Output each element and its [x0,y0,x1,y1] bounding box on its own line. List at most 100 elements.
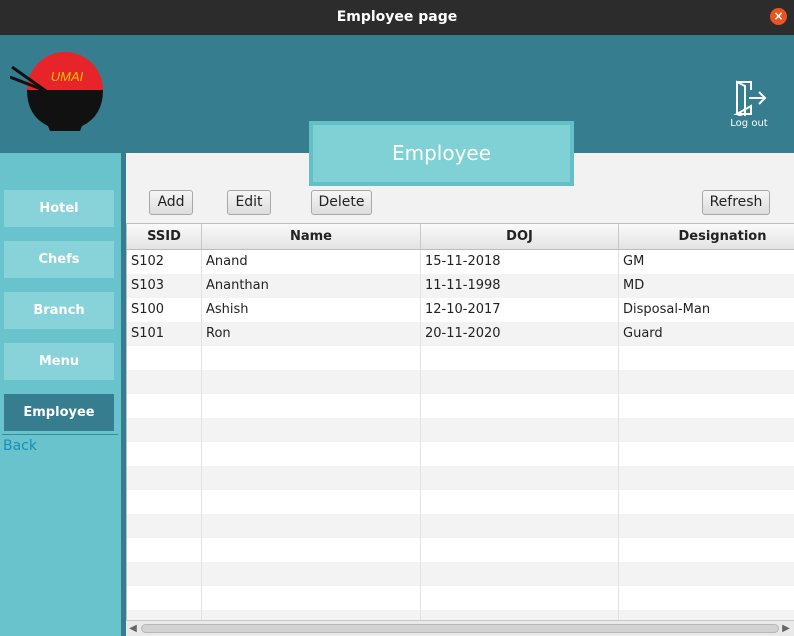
table-row[interactable]: S100 Ashish 12-10-2017 Disposal-Man [127,298,794,322]
empty-table-row [127,442,794,466]
empty-cell [127,466,202,490]
table-row[interactable]: S101 Ron 20-11-2020 Guard [127,322,794,346]
empty-cell [421,370,619,394]
scrollbar-thumb[interactable] [141,624,779,633]
cell-designation: MD [619,274,794,298]
sidebar-item-chefs[interactable]: Chefs [4,241,114,278]
column-header-name[interactable]: Name [202,224,421,249]
empty-cell [127,514,202,538]
table-header: SSID Name DOJ Designation [127,224,794,250]
empty-cell [202,562,421,586]
edit-button[interactable]: Edit [227,190,271,215]
cell-ssid: S101 [127,322,202,346]
empty-cell [202,346,421,370]
sidebar-separator [2,434,118,435]
cell-name: Ashish [202,298,421,322]
sidebar-item-employee[interactable]: Employee [4,394,114,431]
scroll-left-icon[interactable]: ◀ [127,622,139,635]
column-header-designation[interactable]: Designation [619,224,794,249]
empty-cell [619,490,794,514]
empty-cell [202,586,421,610]
empty-table-row [127,514,794,538]
empty-cell [127,418,202,442]
empty-table-row [127,586,794,610]
cell-ssid: S100 [127,298,202,322]
empty-cell [202,514,421,538]
empty-cell [202,418,421,442]
empty-table-row [127,490,794,514]
empty-cell [421,586,619,610]
page-title: Employee [309,121,574,186]
empty-cell [619,586,794,610]
sidebar-item-hotel[interactable]: Hotel [4,190,114,227]
empty-cell [619,562,794,586]
empty-cell [421,418,619,442]
empty-table-row [127,562,794,586]
empty-cell [619,466,794,490]
empty-cell [421,394,619,418]
scroll-right-icon[interactable]: ▶ [780,622,792,635]
empty-cell [202,466,421,490]
empty-cell [619,418,794,442]
empty-cell [127,562,202,586]
empty-table-row [127,538,794,562]
empty-cell [127,346,202,370]
empty-table-row [127,346,794,370]
empty-cell [619,394,794,418]
cell-doj: 20-11-2020 [421,322,619,346]
close-window-button[interactable]: × [770,8,787,25]
empty-cell [421,442,619,466]
cell-name: Anand [202,250,421,274]
empty-cell [619,538,794,562]
empty-table-row [127,394,794,418]
cell-designation: Disposal-Man [619,298,794,322]
empty-cell [619,514,794,538]
empty-cell [202,538,421,562]
cell-designation: GM [619,250,794,274]
add-button[interactable]: Add [149,190,193,215]
empty-cell [127,538,202,562]
logout-label: Log out [730,118,768,129]
empty-cell [127,442,202,466]
refresh-button[interactable]: Refresh [702,190,770,215]
bowl-icon: UMAI [9,52,103,131]
empty-cell [127,586,202,610]
table-row[interactable]: S102 Anand 15-11-2018 GM [127,250,794,274]
empty-cell [619,370,794,394]
empty-table-row [127,466,794,490]
back-link[interactable]: Back [3,438,37,454]
window-title: Employee page [336,9,458,25]
empty-cell [202,442,421,466]
cell-designation: Guard [619,322,794,346]
table-body: S102 Anand 15-11-2018 GM S103 Ananthan 1… [127,250,794,634]
window-titlebar: Employee page × [0,0,794,35]
empty-cell [421,490,619,514]
empty-cell [421,514,619,538]
empty-cell [421,562,619,586]
logo-text: UMAI [51,69,84,84]
column-header-doj[interactable]: DOJ [421,224,619,249]
empty-table-row [127,370,794,394]
empty-cell [421,538,619,562]
empty-cell [127,394,202,418]
empty-cell [421,346,619,370]
table-row[interactable]: S103 Ananthan 11-11-1998 MD [127,274,794,298]
empty-cell [619,442,794,466]
empty-cell [619,346,794,370]
delete-button[interactable]: Delete [311,190,372,215]
empty-cell [421,466,619,490]
cell-name: Ananthan [202,274,421,298]
horizontal-scrollbar[interactable]: ◀ ▶ [126,620,794,636]
cell-doj: 15-11-2018 [421,250,619,274]
empty-table-row [127,418,794,442]
logout-button[interactable]: Log out [724,80,774,129]
sidebar-item-branch[interactable]: Branch [4,292,114,329]
cell-ssid: S102 [127,250,202,274]
cell-doj: 11-11-1998 [421,274,619,298]
cell-doj: 12-10-2017 [421,298,619,322]
cell-ssid: S103 [127,274,202,298]
column-header-ssid[interactable]: SSID [127,224,202,249]
employee-table[interactable]: SSID Name DOJ Designation S102 Anand 15-… [126,223,794,635]
cell-name: Ron [202,322,421,346]
sidebar-item-menu[interactable]: Menu [4,343,114,380]
